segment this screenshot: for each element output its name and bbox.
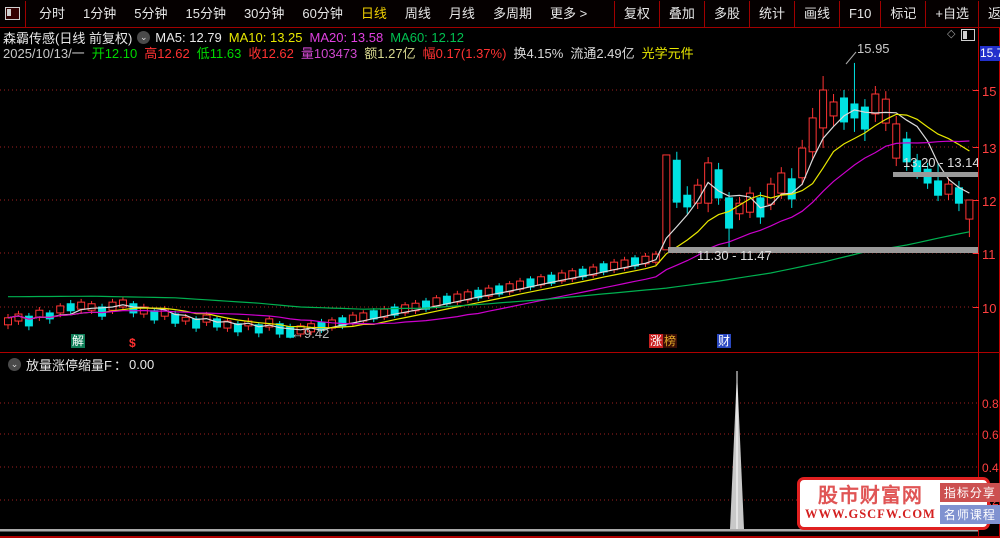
price-tick-dash <box>973 90 979 91</box>
period-tab-4[interactable]: 15分钟 <box>176 1 234 27</box>
candlestick-chart[interactable] <box>0 0 1000 538</box>
period-tab-7[interactable]: 日线 <box>352 1 396 27</box>
price-tick-dash <box>973 253 979 254</box>
price-annotation-1: 15.95 <box>857 41 890 56</box>
indicator-tick-0.4: 0.4 <box>982 461 999 473</box>
quote-segment-7: 额1.27亿 <box>364 45 416 61</box>
price-tick-dash <box>973 200 979 201</box>
price-tick-11: 11 <box>982 247 996 260</box>
period-tab-11[interactable]: 更多 > <box>541 1 596 27</box>
quote-segment-10: 流通2.49亿 <box>570 45 635 61</box>
split-pane-icon[interactable] <box>961 29 975 41</box>
panel-separator[interactable] <box>0 352 1000 353</box>
diamond-pane-icon[interactable]: ◇ <box>947 27 955 40</box>
toolbar-button-8[interactable]: +自选 <box>925 0 978 27</box>
quote-info-row: 2025/10/13/一 开12.10 高12.62 低11.63 收12.62 量103… <box>3 45 701 61</box>
top-toolbar: 分时 1分钟 5分钟 15分钟 30分钟 60分钟 日线 周线 月线 多周期 更多 > 复权 叠加 多股… <box>0 0 1000 28</box>
price-tick-15: 15 <box>982 84 997 97</box>
period-tab-5[interactable]: 30分钟 <box>235 1 293 27</box>
event-marker-2[interactable]: $ <box>129 336 136 350</box>
period-tab-3[interactable]: 5分钟 <box>125 1 176 27</box>
quote-segment-4: 低11.63 <box>196 45 242 61</box>
price-tick-13: 13 <box>982 141 997 154</box>
period-tab-9[interactable]: 月线 <box>440 1 484 27</box>
indicator-label-row: ⌄ 放量涨停缩量F ： 0.00 <box>3 355 154 374</box>
quote-segment-1: 2025/10/13/一 <box>3 45 85 61</box>
watermark-url: WWW.GSCFW.COM <box>805 507 936 521</box>
indicator-chevron-icon[interactable]: ⌄ <box>8 358 21 371</box>
period-tab-1[interactable]: 分时 <box>30 1 74 27</box>
stock-app-window: 分时 1分钟 5分钟 15分钟 30分钟 60分钟 日线 周线 月线 多周期 更多 > 复权 叠加 多股… <box>0 0 1000 538</box>
indicator-tick-0.6: 0.6 <box>982 428 999 440</box>
price-tick-12: 12 <box>982 194 997 207</box>
toolbar-actions: 复权叠加多股统计画线F10标记+自选返回 <box>613 0 1000 27</box>
period-menu: 分时 1分钟 5分钟 15分钟 30分钟 60分钟 日线 周线 月线 多周期 更多 > <box>26 1 596 27</box>
price-annotation-2: ←9.42 <box>291 326 330 341</box>
axis-max-badge: 15.76 <box>980 46 1000 61</box>
period-tab-10[interactable]: 多周期 <box>484 1 541 27</box>
toolbar-button-6[interactable]: F10 <box>838 0 880 27</box>
quote-segment-2: 开12.10 <box>91 45 138 61</box>
toolbar-button-5[interactable]: 画线 <box>793 0 839 27</box>
indicator-value: 0.00 <box>128 357 155 372</box>
gap-range-label-1: 11.30 - 11.47 <box>697 248 772 263</box>
event-marker-4[interactable]: 财 <box>717 334 732 348</box>
event-marker-3[interactable]: 涨榜 <box>649 334 678 348</box>
period-tab-8[interactable]: 周线 <box>396 1 440 27</box>
toolbar-button-1[interactable]: 复权 <box>613 0 659 27</box>
quote-segment-9: 换4.15% <box>513 45 564 61</box>
quote-segment-8: 幅0.17(1.37%) <box>422 45 507 61</box>
toolbar-button-7[interactable]: 标记 <box>880 0 925 27</box>
indicator-tick-0.8: 0.8 <box>982 397 999 409</box>
quote-segment-3: 高12.62 <box>144 45 190 61</box>
indicator-name: 放量涨停缩量F <box>26 358 112 373</box>
period-tab-2[interactable]: 1分钟 <box>74 1 125 27</box>
toolbar-button-2[interactable]: 叠加 <box>658 0 704 27</box>
event-marker-1[interactable]: 解 <box>71 334 86 348</box>
quote-segment-6: 量103473 <box>300 45 358 61</box>
watermark-badge-courses: 名师课程 <box>939 505 1000 524</box>
gap-range-label-2: 13.20 - 13.14 <box>903 155 978 170</box>
toolbar-button-3[interactable]: 多股 <box>703 0 749 27</box>
price-tick-dash <box>973 147 979 148</box>
period-tab-6[interactable]: 60分钟 <box>293 1 351 27</box>
axis-divider-line <box>978 28 979 537</box>
quote-segment-11: 光学元件 <box>641 45 694 61</box>
watermark-badge-indicators: 指标分享 <box>939 483 1000 502</box>
toolbar-button-4[interactable]: 统计 <box>748 0 794 27</box>
quote-segment-5: 收12.62 <box>248 45 294 61</box>
price-tick-dash <box>973 307 979 308</box>
watermark-card: 股市财富网 WWW.GSCFW.COM 指标分享 名师课程 <box>797 477 1000 530</box>
toolbar-button-9[interactable]: 返回 <box>978 0 1000 27</box>
window-layout-icon[interactable] <box>0 0 26 27</box>
watermark-title: 股市财富网 <box>817 485 923 507</box>
price-tick-10: 10 <box>982 301 997 314</box>
